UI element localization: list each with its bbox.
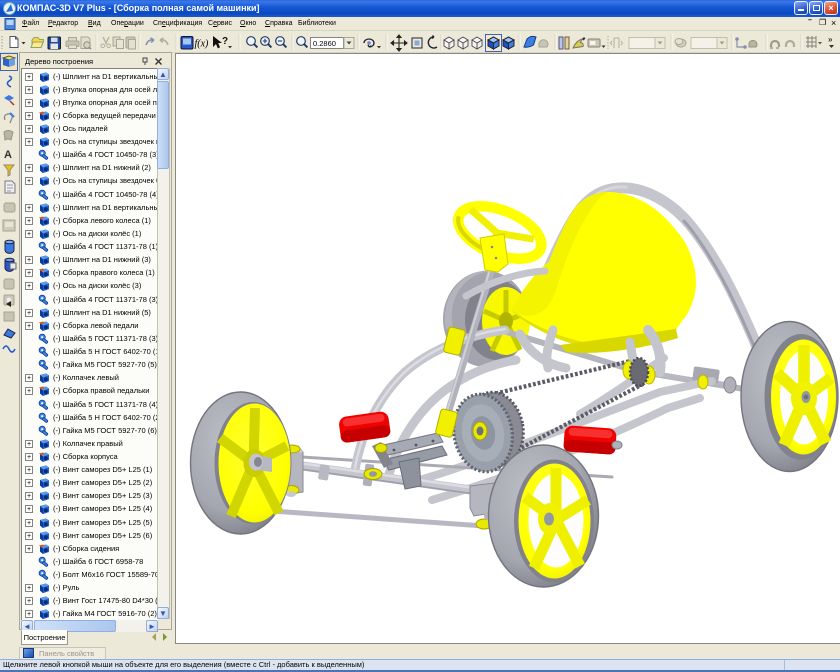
svg-text:0.2860: 0.2860 bbox=[313, 39, 336, 48]
svg-text:?: ? bbox=[222, 36, 228, 47]
svg-text:f(x): f(x) bbox=[195, 39, 210, 50]
svg-text:»: » bbox=[828, 35, 833, 44]
svg-text:A: A bbox=[4, 149, 12, 161]
